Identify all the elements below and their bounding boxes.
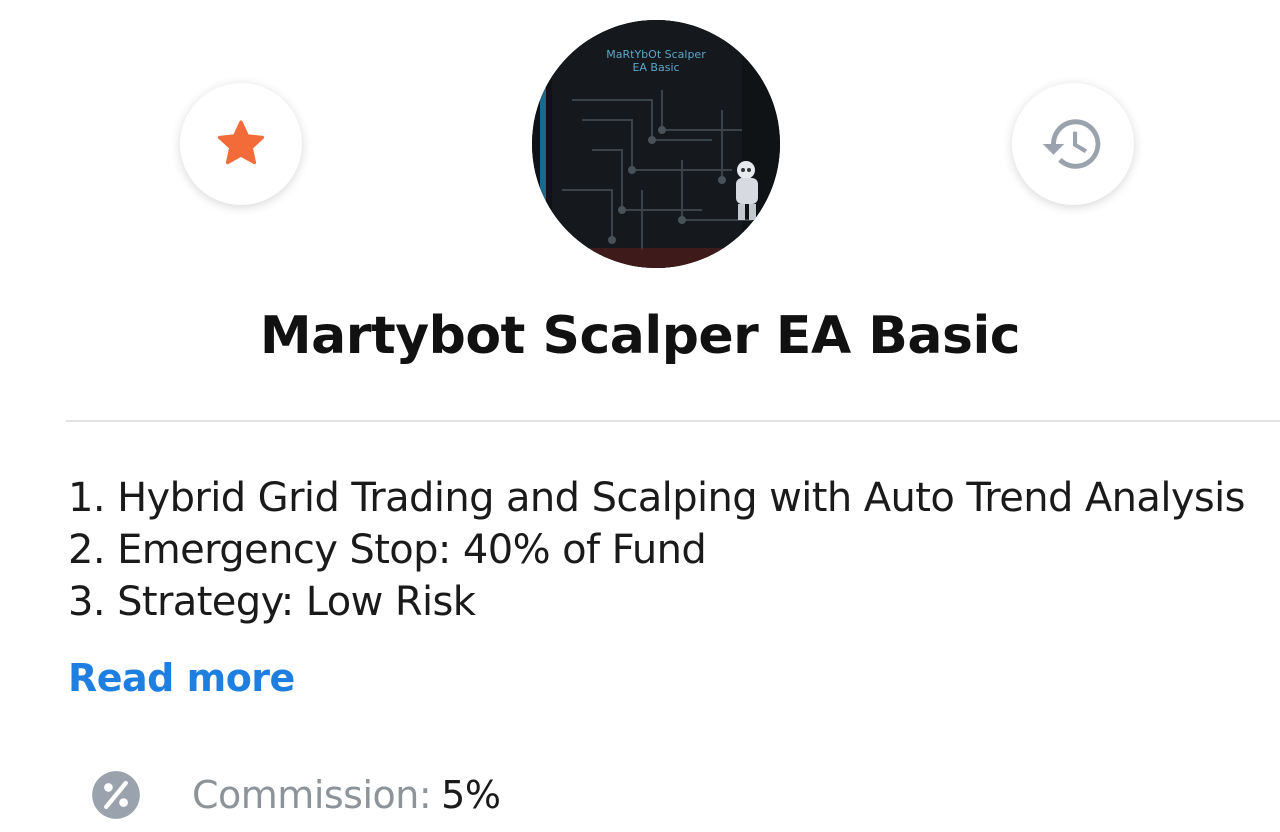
product-avatar: MaRtYbOt Scalper EA Basic [532, 20, 780, 268]
commission-row: Commission: 5% [90, 768, 501, 822]
read-more-link[interactable]: Read more [68, 656, 295, 700]
avatar-image: MaRtYbOt Scalper EA Basic [532, 20, 780, 268]
avatar-caption: MaRtYbOt Scalper EA Basic [606, 48, 706, 74]
product-title: Martybot Scalper EA Basic [259, 306, 1021, 366]
description-line: 3. Strategy: Low Risk [68, 579, 476, 625]
description-line: 1. Hybrid Grid Trading and Scalping with… [68, 475, 1246, 521]
star-icon [217, 120, 265, 165]
product-page: MaRtYbOt Scalper EA Basic Martybot Scalp… [0, 0, 1280, 832]
favorite-button[interactable] [180, 83, 302, 205]
product-description: 1. Hybrid Grid Trading and Scalping with… [68, 472, 1246, 628]
percent-icon [90, 769, 142, 821]
commission-label: Commission: [192, 773, 432, 817]
commission-value: 5% [441, 773, 501, 817]
history-button[interactable] [1012, 83, 1134, 205]
history-icon [1042, 119, 1101, 169]
section-divider [66, 420, 1280, 422]
description-line: 2. Emergency Stop: 40% of Fund [68, 527, 707, 573]
